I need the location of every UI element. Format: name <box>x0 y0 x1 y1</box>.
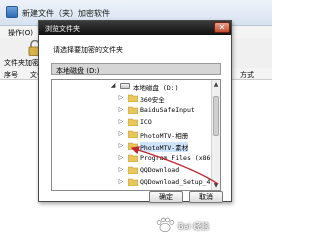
collapsed-arrow-icon[interactable]: ▷ <box>118 178 124 186</box>
tree-item-label: 360安全 <box>140 96 165 104</box>
app-icon <box>6 6 18 18</box>
selected-folder-text: 本地磁盘 (D:) <box>56 67 100 75</box>
encrypt-folder-button[interactable]: 文件夹加密 <box>4 58 39 68</box>
tree-item-label: BaiduSafeInput <box>140 106 195 114</box>
scroll-down-icon[interactable]: ▼ <box>212 181 220 190</box>
collapsed-arrow-icon[interactable]: ▷ <box>118 118 124 126</box>
tree-item[interactable]: ▷ PhotoMTV-素材 <box>52 140 210 152</box>
folder-icon <box>128 178 138 186</box>
tree-scrollbar[interactable]: ▲ ▼ <box>211 80 220 190</box>
close-button[interactable]: ✕ <box>214 22 230 33</box>
folder-icon <box>128 118 138 126</box>
collapsed-arrow-icon[interactable]: ▷ <box>118 142 124 150</box>
tree-item[interactable]: ▷ QQDownload_Setup_42_739_400 <box>52 176 220 188</box>
folder-icon <box>128 106 138 114</box>
column-mode[interactable]: 方式 <box>240 70 254 80</box>
watermark-text: Bai 经验 <box>178 222 210 231</box>
folder-icon <box>128 94 138 102</box>
selected-folder-field: 本地磁盘 (D:) <box>51 63 221 75</box>
dialog-title-bar: 浏览文件夹 ✕ <box>39 21 231 35</box>
tree-item[interactable]: ▷ QQDownload <box>52 164 210 176</box>
cancel-button[interactable]: 取消 <box>189 191 223 203</box>
collapsed-arrow-icon[interactable]: ▷ <box>118 130 124 138</box>
collapsed-arrow-icon[interactable]: ▷ <box>118 166 124 174</box>
tree-item[interactable]: ▷ Program Files (x86) <box>52 152 214 164</box>
ok-button[interactable]: 确定 <box>149 191 183 203</box>
baidu-watermark: Bai 经验 <box>150 215 268 237</box>
collapsed-arrow-icon[interactable]: ▷ <box>118 106 124 114</box>
column-index[interactable]: 序号 <box>4 70 18 80</box>
folder-icon <box>128 166 138 174</box>
dialog-prompt: 请选择要加密的文件夹 <box>53 46 123 54</box>
expanded-arrow-icon[interactable]: ◢ <box>110 82 116 90</box>
collapsed-arrow-icon[interactable]: ▷ <box>118 154 124 162</box>
tree-item[interactable]: ▷ PhotoMTV-相册 <box>52 128 210 140</box>
tree-item-label: QQDownload <box>140 166 180 174</box>
folder-tree[interactable]: ◢ 本地磁盘 (D:) ▷ 360安全 ▷ BaiduSafeInput ▷ I… <box>51 79 221 191</box>
collapsed-arrow-icon[interactable]: ▷ <box>118 94 124 102</box>
menu-operate[interactable]: 操作(O) <box>8 28 33 38</box>
tree-item[interactable]: ▷ 360安全 <box>52 92 210 104</box>
dialog-title: 浏览文件夹 <box>45 25 80 33</box>
tree-item-label: QQDownload_Setup_42_739_400 <box>140 178 220 186</box>
tree-item-label: Program Files (x86) <box>140 154 215 162</box>
tree-item[interactable]: ▷ ICO <box>52 116 210 128</box>
folder-icon <box>128 130 138 138</box>
tree-item-drive-d[interactable]: ◢ 本地磁盘 (D:) <box>52 80 210 92</box>
folder-icon <box>128 154 138 162</box>
drive-icon <box>120 83 130 89</box>
paw-icon <box>156 217 175 233</box>
tree-item[interactable]: ▷ BaiduSafeInput <box>52 104 210 116</box>
tree-item-label: ICO <box>140 118 152 126</box>
scroll-up-icon[interactable]: ▲ <box>212 80 220 89</box>
tree-item-label: PhotoMTV-相册 <box>140 132 189 140</box>
background-app-title: 新建文件（夹）加密软件 <box>22 9 110 18</box>
tree-item-label: 本地磁盘 (D:) <box>133 84 179 92</box>
tree-item-label: PhotoMTV-素材 <box>140 142 189 152</box>
scrollbar-thumb[interactable] <box>213 96 219 136</box>
folder-icon <box>128 142 138 150</box>
browse-folder-dialog: 浏览文件夹 ✕ 请选择要加密的文件夹 本地磁盘 (D:) ◢ 本地磁盘 (D:)… <box>38 20 232 203</box>
